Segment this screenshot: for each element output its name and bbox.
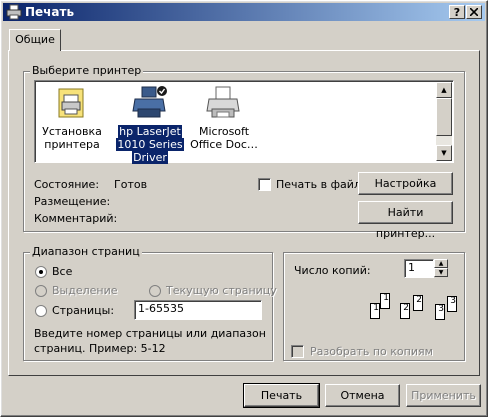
print-button[interactable]: Печать — [243, 383, 320, 408]
printer-item-label: Office Doc… — [190, 138, 258, 151]
all-pages-label: Все — [52, 265, 73, 278]
selection-label: Выделение — [52, 284, 118, 297]
page-icon: 1 — [370, 303, 380, 319]
current-page-label: Текущую страницу — [166, 284, 277, 297]
printer-icon — [206, 86, 240, 118]
printer-item-label: Установка — [42, 125, 102, 138]
scroll-up-icon[interactable]: ▲ — [436, 82, 452, 98]
all-pages-radio[interactable] — [35, 266, 47, 278]
close-button[interactable] — [466, 5, 482, 19]
current-page-radio[interactable] — [149, 285, 161, 297]
printer-item-ms-office[interactable]: Microsoft Office Doc… — [189, 85, 259, 151]
pages-radio[interactable] — [35, 305, 47, 317]
window-title: Печать — [25, 5, 75, 19]
close-icon — [469, 7, 479, 17]
copies-down-icon[interactable]: ▼ — [434, 268, 448, 277]
page-icon: 3 — [447, 296, 457, 312]
tab-general[interactable]: Общие — [9, 29, 61, 51]
pages-input[interactable]: 1-65535 — [134, 300, 262, 320]
printer-item-label: hp LaserJet — [118, 125, 182, 138]
selection-radio[interactable] — [35, 285, 47, 297]
apply-button[interactable]: Применить — [406, 384, 481, 407]
printer-item-hp[interactable]: hp LaserJet 1010 Series Driver — [115, 85, 185, 164]
status-label: Состояние: — [34, 178, 100, 191]
page-range-hint-line2: страниц. Пример: 5-12 — [34, 342, 166, 355]
page-icon: 2 — [400, 303, 410, 319]
printer-list-scrollbar[interactable]: ▲ ▼ — [436, 82, 452, 161]
scroll-down-icon[interactable]: ▼ — [436, 145, 452, 161]
collate-label: Разобрать по копиям — [310, 345, 433, 358]
find-printer-button[interactable]: Найти принтер... — [358, 201, 453, 240]
radio-selected-dot — [39, 270, 43, 274]
print-dialog: Печать ? Общие Выберите принтер Установк… — [0, 0, 488, 417]
help-button[interactable]: ? — [449, 5, 465, 19]
printer-item-add[interactable]: Установка принтера — [37, 85, 107, 151]
page-icon: 3 — [435, 304, 445, 320]
printer-item-label: 1010 Series — [116, 138, 184, 151]
add-printer-icon — [58, 88, 84, 118]
copies-up-icon[interactable]: ▲ — [434, 259, 448, 268]
settings-button[interactable]: Настройка — [358, 172, 453, 195]
page-icon: 2 — [413, 295, 423, 311]
print-to-file-label: Печать в файл — [276, 178, 361, 191]
scroll-thumb[interactable] — [436, 98, 452, 136]
printer-icon — [6, 4, 22, 20]
copies-input[interactable]: 1 — [404, 259, 434, 278]
page-range-hint-line1: Введите номер страницы или диапазон — [34, 327, 266, 340]
comment-label: Комментарий: — [34, 212, 118, 225]
location-label: Размещение: — [34, 195, 111, 208]
printer-item-label: Microsoft — [198, 125, 250, 138]
copies-label: Число копий: — [294, 264, 371, 277]
page-icon: 1 — [380, 293, 390, 309]
default-printer-icon — [132, 86, 167, 118]
printer-item-label: Driver — [132, 151, 168, 164]
page-range-legend: Диапазон страниц — [30, 245, 142, 258]
collate-checkbox[interactable] — [291, 345, 304, 358]
cancel-button[interactable]: Отмена — [325, 384, 400, 407]
print-to-file-checkbox[interactable] — [258, 178, 271, 191]
title-bar[interactable]: Печать ? — [3, 3, 485, 21]
pages-label: Страницы: — [52, 304, 115, 317]
status-value: Готов — [114, 178, 148, 191]
select-printer-legend: Выберите принтер — [30, 64, 144, 77]
printer-item-label: принтера — [44, 138, 100, 151]
printer-list[interactable]: Установка принтера hp LaserJet 1010 Seri… — [34, 80, 454, 164]
